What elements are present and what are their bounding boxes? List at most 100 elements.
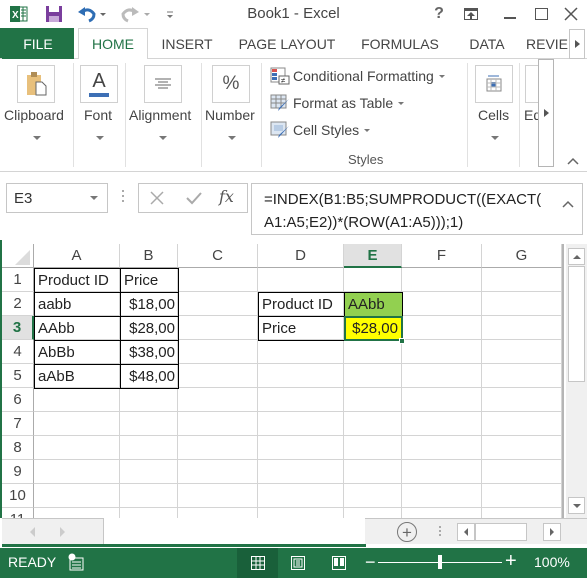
insert-function-icon[interactable]: fx — [219, 187, 234, 206]
alignment-group[interactable]: Alignment — [126, 59, 200, 167]
cells-group[interactable]: Cells — [468, 59, 520, 167]
cell-a5[interactable]: aAbB — [34, 364, 121, 389]
zoom-in-button[interactable]: + — [505, 550, 517, 572]
horizontal-scroll-thumb[interactable] — [475, 523, 527, 541]
row-header-8[interactable]: 8 — [2, 436, 34, 460]
minimize-icon[interactable] — [496, 3, 524, 25]
conditional-formatting-button[interactable]: ≠ Conditional Formatting — [270, 65, 445, 87]
tab-file[interactable]: FILE — [2, 28, 74, 59]
cell-b3[interactable]: $28,00 — [120, 316, 179, 341]
format-as-table-dropdown-icon — [398, 101, 405, 105]
tab-home[interactable]: HOME — [78, 28, 148, 60]
formula-input[interactable]: =INDEX(B1:B5;SUMPRODUCT((EXACT( A1:A5;E2… — [251, 183, 583, 235]
cell-b1[interactable]: Price — [120, 268, 179, 293]
fill-handle[interactable] — [399, 338, 405, 344]
cell-a3[interactable]: AAbb — [34, 316, 121, 341]
font-letter: A — [92, 70, 106, 92]
row-header-10[interactable]: 10 — [2, 484, 34, 508]
cell-styles-button[interactable]: Cell Styles — [270, 119, 371, 141]
status-bar: READY − + 100% — [0, 548, 587, 578]
cell-a2[interactable]: aabb — [34, 292, 121, 317]
row-header-6[interactable]: 6 — [2, 388, 34, 412]
zoom-slider-thumb[interactable] — [438, 555, 442, 569]
cell-a1[interactable]: Product ID — [34, 268, 121, 293]
vertical-scrollbar[interactable] — [566, 244, 587, 518]
column-header-c[interactable]: C — [178, 244, 258, 268]
formula-bar: E3 fx =INDEX(B1:B5;SUMPRODUCT((EXACT( A1… — [0, 172, 587, 240]
zoom-out-button[interactable]: − — [365, 552, 376, 572]
ribbon-display-options-icon[interactable] — [457, 3, 485, 25]
cell-e2[interactable]: AAbb — [344, 292, 403, 317]
column-header-g[interactable]: G — [482, 244, 562, 268]
row-header-7[interactable]: 7 — [2, 412, 34, 436]
tab-formulas[interactable]: FORMULAS — [352, 28, 448, 59]
collapse-formula-bar-icon[interactable] — [562, 192, 574, 215]
close-icon[interactable] — [557, 3, 585, 25]
cell-d3[interactable]: Price — [258, 316, 345, 341]
cell-a4[interactable]: AbBb — [34, 340, 121, 365]
column-header-a[interactable]: A — [34, 244, 120, 268]
enter-icon[interactable] — [185, 190, 203, 211]
formula-buttons: fx — [138, 183, 248, 213]
ribbon-tabs: FILE HOME INSERT PAGE LAYOUT FORMULAS DA… — [0, 28, 587, 60]
worksheet-grid[interactable]: A B C D E F G 1 2 3 4 5 6 7 8 9 10 11 Pr… — [0, 244, 566, 518]
cancel-icon[interactable] — [149, 190, 165, 211]
hscroll-splitter[interactable] — [439, 526, 441, 538]
gridline-vertical — [481, 268, 482, 518]
column-header-b[interactable]: B — [120, 244, 178, 268]
maximize-icon[interactable] — [527, 3, 555, 25]
cell-b5[interactable]: $48,00 — [120, 364, 179, 389]
row-header-1[interactable]: 1 — [2, 268, 34, 292]
row-header-9[interactable]: 9 — [2, 460, 34, 484]
cell-b4[interactable]: $38,00 — [120, 340, 179, 365]
tab-page-layout[interactable]: PAGE LAYOUT — [228, 28, 346, 59]
tab-insert[interactable]: INSERT — [152, 28, 222, 59]
column-header-d[interactable]: D — [258, 244, 344, 268]
scroll-right-icon[interactable] — [543, 523, 561, 541]
row-header-2[interactable]: 2 — [2, 292, 34, 316]
column-header-f[interactable]: F — [402, 244, 482, 268]
page-break-view-icon[interactable] — [332, 556, 346, 575]
formula-bar-splitter[interactable] — [122, 190, 124, 204]
conditional-formatting-icon: ≠ — [270, 67, 290, 85]
conditional-formatting-dropdown-icon — [438, 74, 445, 78]
sheet-tab-bar: + — [0, 518, 587, 548]
svg-text:≠: ≠ — [281, 76, 286, 85]
new-sheet-icon[interactable]: + — [397, 522, 417, 542]
cell-b2[interactable]: $18,00 — [120, 292, 179, 317]
clipboard-label: Clipboard — [4, 107, 64, 123]
tab-data[interactable]: DATA — [456, 28, 518, 59]
name-box-dropdown-icon[interactable] — [90, 196, 98, 200]
number-dropdown-icon — [228, 136, 236, 140]
prev-sheet-icon[interactable] — [30, 527, 35, 537]
cell-d2[interactable]: Product ID — [258, 292, 345, 317]
format-as-table-button[interactable]: Format as Table — [270, 92, 405, 114]
column-header-e[interactable]: E — [344, 244, 402, 268]
row-header-3[interactable]: 3 — [2, 316, 34, 340]
next-sheet-icon[interactable] — [60, 527, 65, 537]
macro-record-icon[interactable] — [68, 553, 84, 576]
ribbon-scroll-right-icon[interactable] — [538, 59, 554, 167]
title-bar: X Book1 - Excel ? — [0, 0, 587, 28]
font-group[interactable]: A Font — [74, 59, 124, 167]
number-group[interactable]: % Number — [202, 59, 260, 167]
page-layout-view-icon[interactable] — [291, 556, 305, 575]
help-icon[interactable]: ? — [425, 3, 453, 25]
collapse-ribbon-icon[interactable] — [566, 153, 580, 165]
normal-view-icon[interactable] — [237, 548, 278, 578]
scroll-up-icon[interactable] — [568, 248, 585, 265]
status-ready: READY — [8, 554, 57, 570]
row-header-11[interactable]: 11 — [2, 508, 34, 518]
scroll-down-icon[interactable] — [568, 497, 585, 514]
row-header-5[interactable]: 5 — [2, 364, 34, 388]
cell-e3[interactable]: $28,00 — [344, 316, 403, 341]
zoom-level[interactable]: 100% — [534, 554, 570, 570]
scroll-left-icon[interactable] — [457, 523, 475, 541]
select-all-button[interactable] — [2, 244, 34, 268]
tab-scroll-right-icon[interactable] — [569, 29, 585, 59]
clipboard-group[interactable]: Clipboard — [0, 59, 72, 167]
vertical-scroll-thumb[interactable] — [568, 266, 585, 382]
number-label: Number — [205, 107, 255, 123]
row-header-4[interactable]: 4 — [2, 340, 34, 364]
gridline-horizontal — [34, 411, 562, 412]
